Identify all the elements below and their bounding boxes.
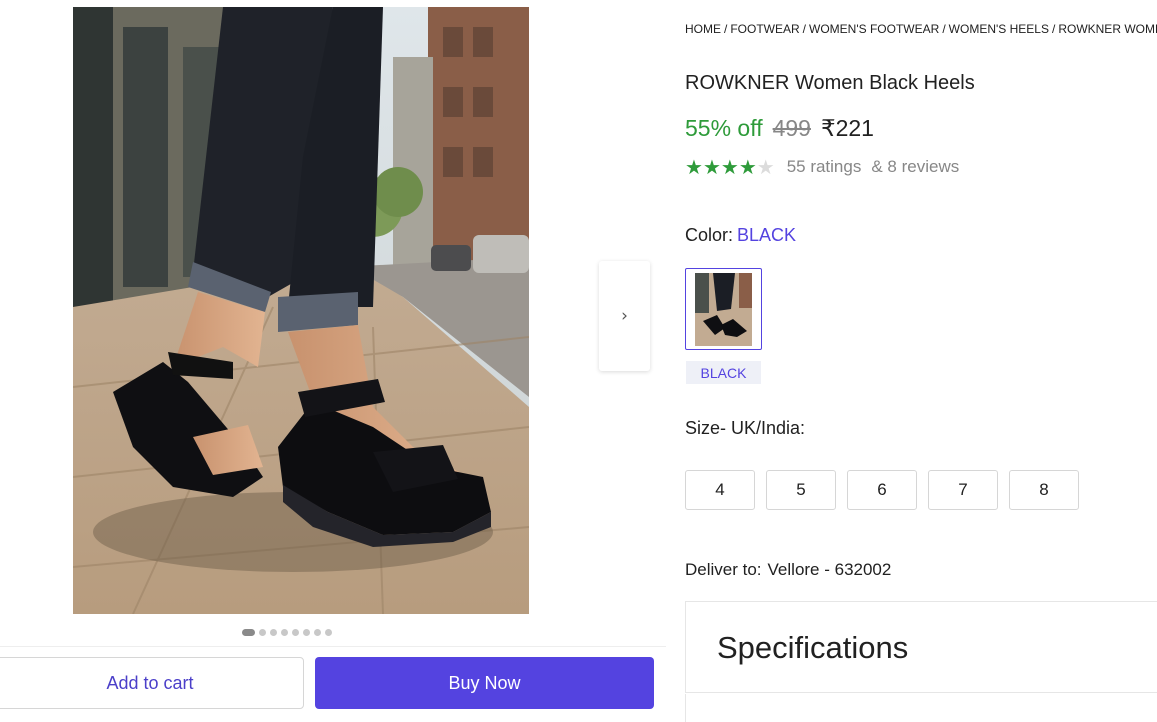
color-option-label[interactable]: BLACK: [686, 361, 761, 384]
carousel-dot[interactable]: [281, 629, 288, 636]
action-bar: Add to cart Buy Now: [0, 646, 666, 718]
carousel-dot[interactable]: [303, 629, 310, 636]
carousel-dot[interactable]: [242, 629, 255, 636]
breadcrumb-footwear[interactable]: FOOTWEAR: [730, 22, 799, 36]
breadcrumb: HOME / FOOTWEAR / WOMEN'S FOOTWEAR / WOMEN'S H…: [685, 22, 1157, 36]
delivery-pincode: Vellore - 632002: [767, 560, 892, 579]
sandal-photo: [73, 7, 529, 614]
specifications-body: [685, 694, 1157, 722]
specifications-section[interactable]: Specifications: [685, 601, 1157, 693]
size-label: Size- UK/India:: [685, 418, 806, 438]
next-image-button[interactable]: ›: [599, 261, 650, 371]
buy-now-button[interactable]: Buy Now: [315, 657, 654, 709]
carousel-dot[interactable]: [259, 629, 266, 636]
size-option[interactable]: 8: [1009, 470, 1079, 510]
color-label: Color:: [685, 225, 734, 245]
breadcrumb-womens-footwear[interactable]: WOMEN'S FOOTWEAR: [809, 22, 939, 36]
breadcrumb-home[interactable]: HOME: [685, 22, 721, 36]
carousel-dot[interactable]: [292, 629, 299, 636]
price-row: 55% off 499 ₹221: [685, 115, 874, 142]
star-icon: ★: [702, 155, 721, 179]
breadcrumb-product[interactable]: ROWKNER WOMEN BLACK HEELS: [1058, 22, 1157, 36]
chevron-right-icon: ›: [621, 306, 628, 326]
product-image[interactable]: [73, 7, 529, 614]
ratings-count[interactable]: 55 ratings: [787, 157, 862, 177]
star-icon: ★: [738, 155, 757, 179]
product-title: ROWKNER Women Black Heels: [685, 72, 975, 94]
size-option[interactable]: 4: [685, 470, 755, 510]
color-swatch-thumbnail: [695, 273, 752, 346]
size-option[interactable]: 5: [766, 470, 836, 510]
rating-row: ★ ★ ★ ★ ★ 55 ratings & 8 reviews: [685, 157, 959, 177]
carousel-dot[interactable]: [314, 629, 321, 636]
carousel-dot[interactable]: [325, 629, 332, 636]
size-option[interactable]: 6: [847, 470, 917, 510]
delivery-location[interactable]: Deliver to: Vellore - 632002: [685, 560, 891, 580]
specifications-title: Specifications: [717, 630, 909, 665]
image-carousel-dots: [242, 629, 332, 636]
star-icon: ★: [756, 155, 775, 179]
star-icon: ★: [685, 155, 703, 179]
reviews-count[interactable]: & 8 reviews: [871, 157, 959, 177]
selling-price: ₹221: [820, 115, 874, 141]
discount-percent: 55% off: [685, 115, 763, 141]
original-price: 499: [772, 115, 811, 141]
color-selector-label: Color: BLACK: [685, 225, 796, 246]
star-rating: ★ ★ ★ ★ ★: [685, 157, 775, 177]
add-to-cart-button[interactable]: Add to cart: [0, 657, 304, 709]
breadcrumb-womens-heels[interactable]: WOMEN'S HEELS: [949, 22, 1049, 36]
size-options: 4 5 6 7 8: [685, 470, 1079, 510]
deliver-label: Deliver to:: [685, 560, 762, 579]
size-option[interactable]: 7: [928, 470, 998, 510]
color-swatch-black[interactable]: [685, 268, 762, 350]
carousel-dot[interactable]: [270, 629, 277, 636]
selected-color: BLACK: [737, 225, 797, 245]
star-icon: ★: [720, 155, 739, 179]
